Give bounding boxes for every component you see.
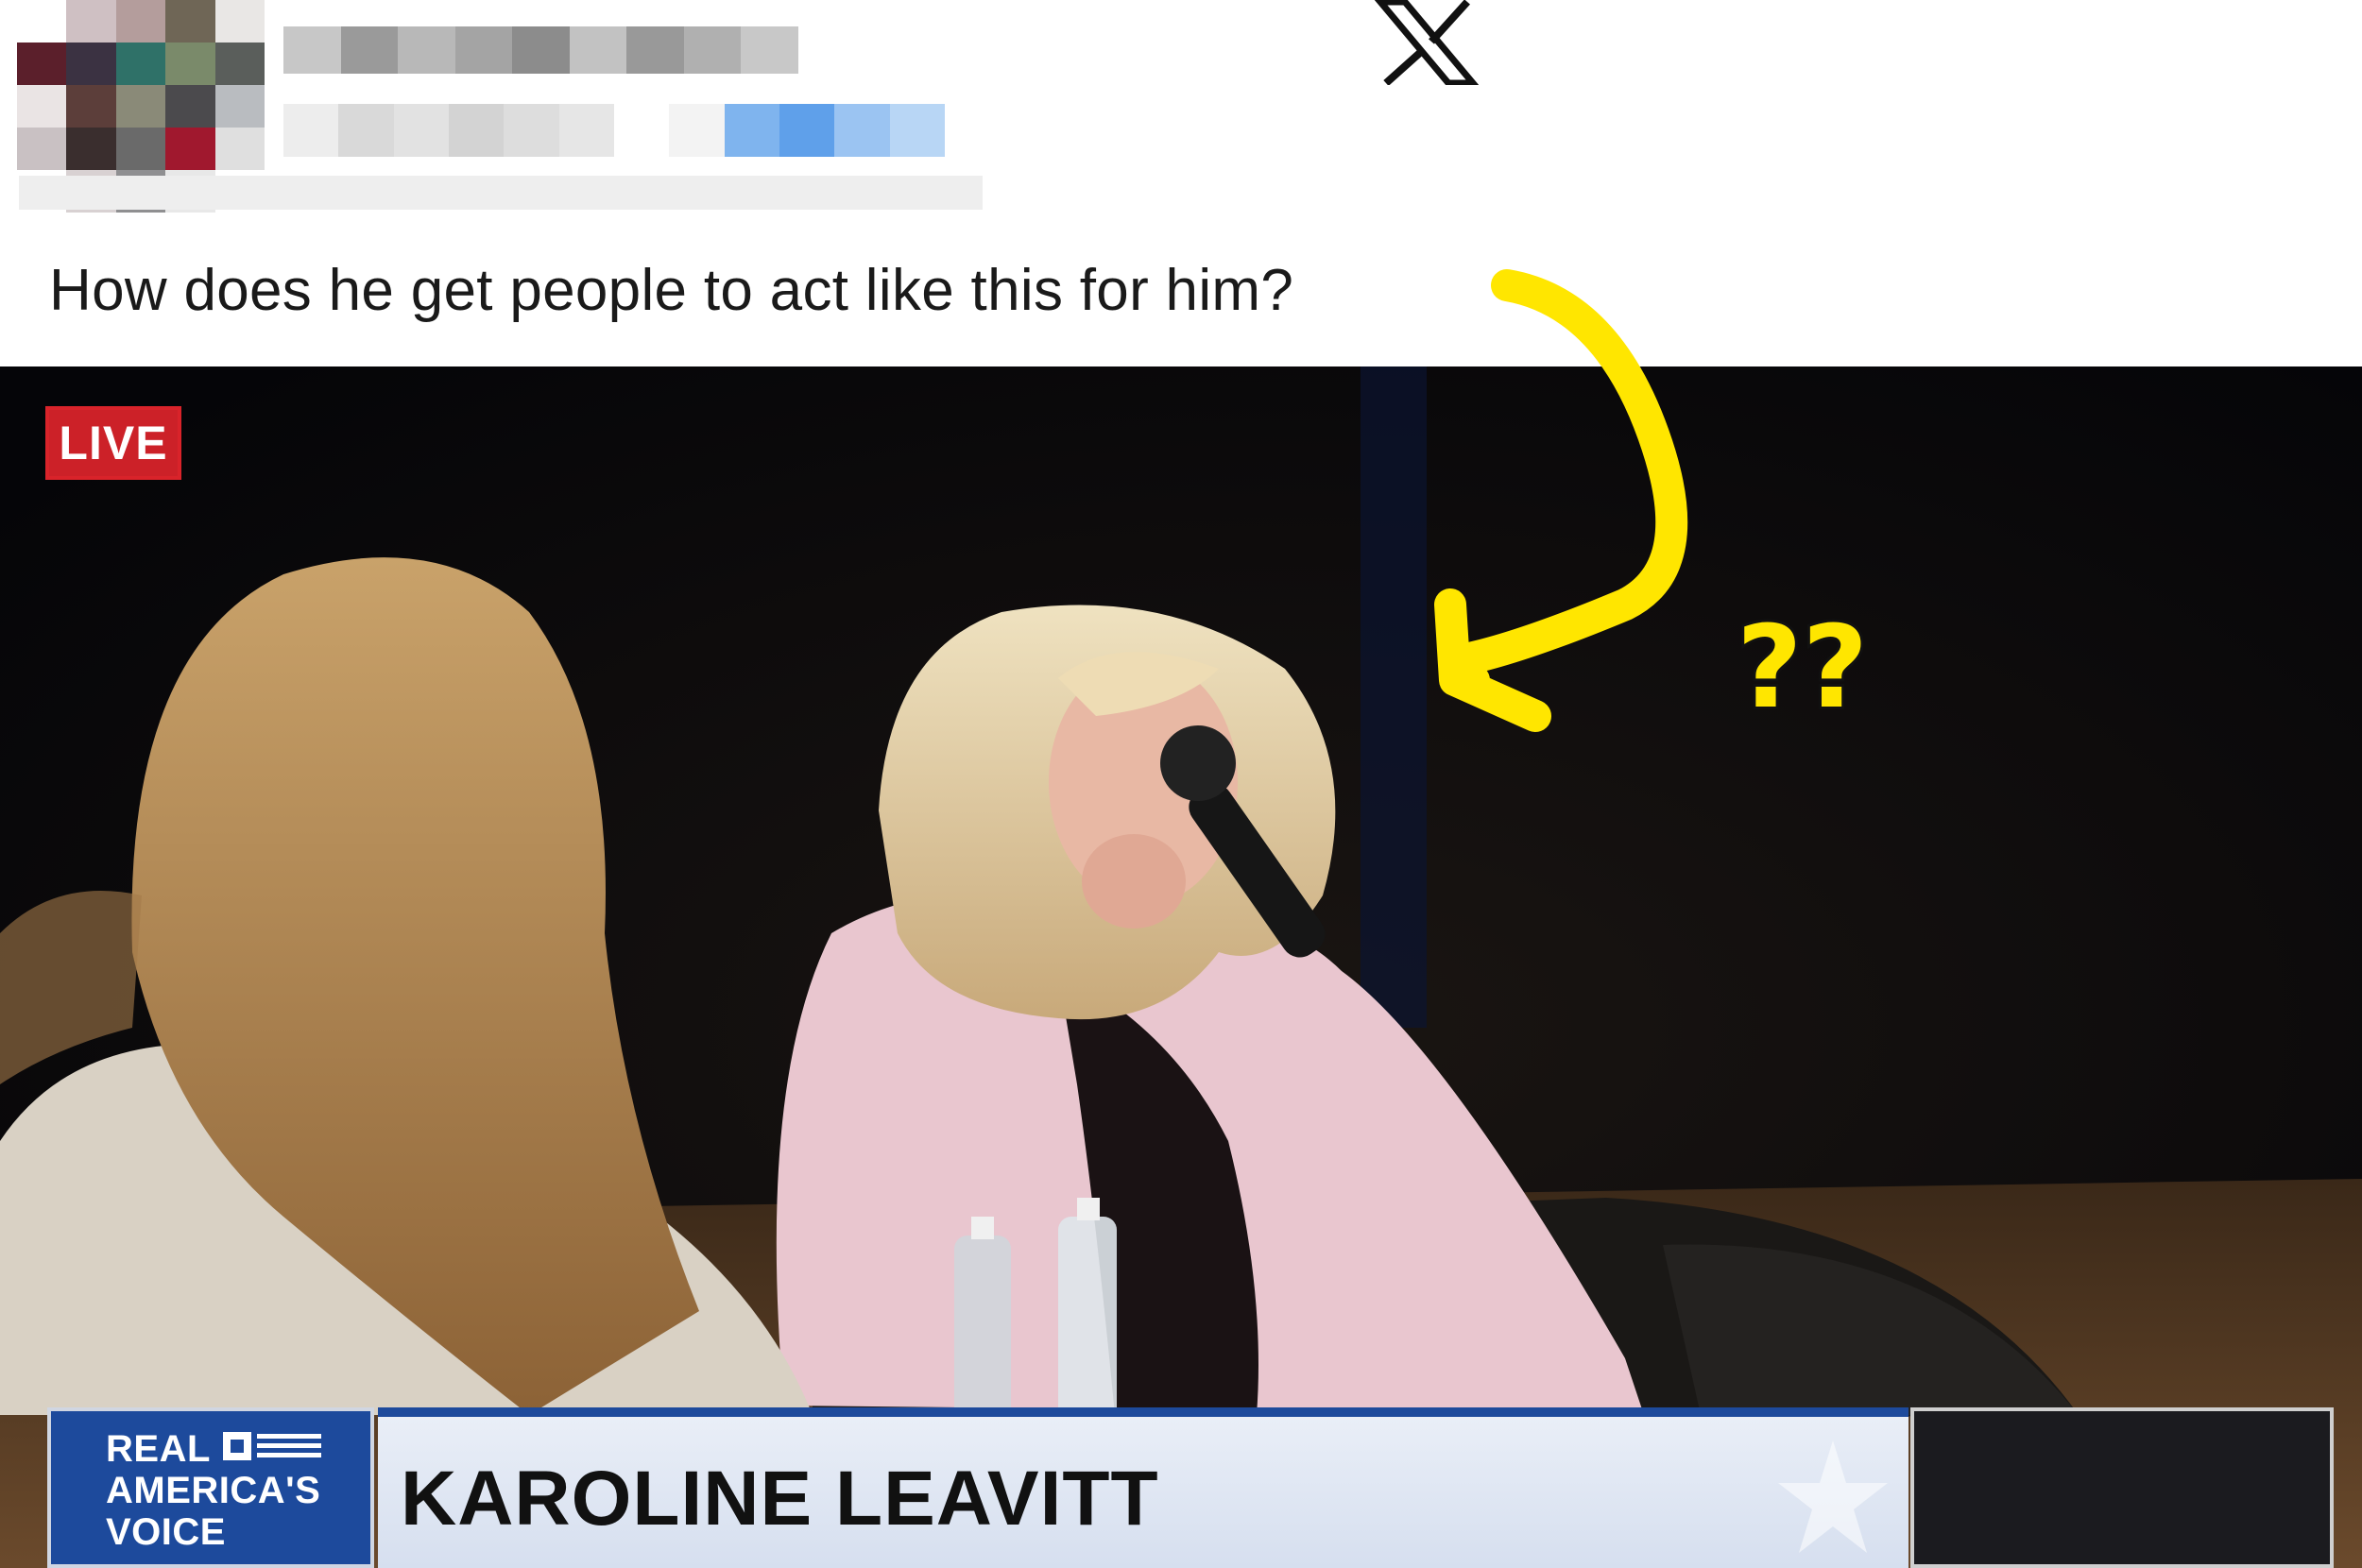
flag-icon xyxy=(223,1432,321,1460)
tweet-text: How does he get people to act like this … xyxy=(49,258,1294,323)
brand-line-3: VOICE xyxy=(106,1511,226,1553)
name-bar: KAROLINE LEAVITT xyxy=(378,1407,1908,1568)
star-decoration-icon xyxy=(1778,1440,1888,1553)
brand-box: REAL AMERICA'S VOICE xyxy=(47,1407,374,1568)
video-scene xyxy=(0,366,2362,1568)
meta-blurred xyxy=(19,176,983,210)
side-panel xyxy=(1910,1407,2334,1568)
guest-name: KAROLINE LEAVITT xyxy=(401,1456,1159,1542)
lower-third: REAL AMERICA'S VOICE KAROLINE LEAVITT xyxy=(47,1407,2334,1568)
display-name-blurred[interactable] xyxy=(283,26,798,74)
brand-line-2: AMERICA'S xyxy=(106,1470,321,1511)
live-badge: LIVE xyxy=(45,406,181,480)
tweet-header: How does he get people to act like this … xyxy=(0,0,2362,366)
x-logo-icon xyxy=(1375,0,1479,85)
video-frame[interactable]: LIVE REAL AMERICA'S VOICE KAROLINE LEAVI… xyxy=(0,366,2362,1568)
handle-blurred[interactable] xyxy=(283,104,945,157)
